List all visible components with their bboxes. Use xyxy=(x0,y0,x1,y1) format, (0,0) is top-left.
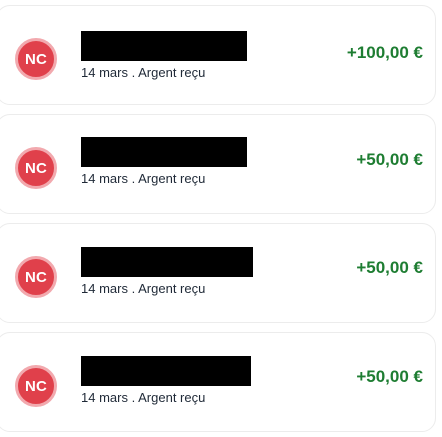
redacted-name xyxy=(81,247,253,277)
transaction-type: Argent reçu xyxy=(138,171,206,186)
avatar: NC xyxy=(15,256,57,298)
meta-separator: . xyxy=(131,390,136,405)
redacted-name xyxy=(81,137,247,167)
transaction-meta: 14 mars . Argent reçu xyxy=(81,65,205,80)
transaction-date: 14 mars xyxy=(81,171,128,186)
transaction-amount: +50,00 € xyxy=(356,258,423,277)
transaction-meta: 14 mars . Argent reçu xyxy=(81,281,205,296)
redacted-name xyxy=(81,356,251,386)
transaction-meta: 14 mars . Argent reçu xyxy=(81,390,205,405)
transaction-row[interactable]: NC 14 mars . Argent reçu +50,00 € xyxy=(0,332,436,432)
transaction-date: 14 mars xyxy=(81,281,128,296)
avatar-initials: NC xyxy=(24,159,48,177)
transaction-type: Argent reçu xyxy=(138,65,206,80)
transaction-amount: +100,00 € xyxy=(346,43,423,62)
transaction-list: NC 14 mars . Argent reçu +100,00 € NC 14… xyxy=(0,0,442,437)
transaction-row[interactable]: NC 14 mars . Argent reçu +50,00 € xyxy=(0,114,436,214)
transaction-date: 14 mars xyxy=(81,65,128,80)
transaction-type: Argent reçu xyxy=(138,281,206,296)
avatar-initials: NC xyxy=(24,50,48,68)
meta-separator: . xyxy=(131,65,136,80)
transaction-date: 14 mars xyxy=(81,390,128,405)
transaction-amount: +50,00 € xyxy=(356,150,423,169)
avatar: NC xyxy=(15,365,57,407)
transaction-row[interactable]: NC 14 mars . Argent reçu +100,00 € xyxy=(0,5,436,105)
meta-separator: . xyxy=(131,171,136,186)
avatar-initials: NC xyxy=(24,377,48,395)
transaction-row[interactable]: NC 14 mars . Argent reçu +50,00 € xyxy=(0,223,436,323)
transaction-amount: +50,00 € xyxy=(356,367,423,386)
avatar-initials: NC xyxy=(24,268,48,286)
meta-separator: . xyxy=(131,281,136,296)
transaction-type: Argent reçu xyxy=(138,390,206,405)
avatar: NC xyxy=(15,147,57,189)
transaction-meta: 14 mars . Argent reçu xyxy=(81,171,205,186)
redacted-name xyxy=(81,31,247,61)
avatar: NC xyxy=(15,38,57,80)
